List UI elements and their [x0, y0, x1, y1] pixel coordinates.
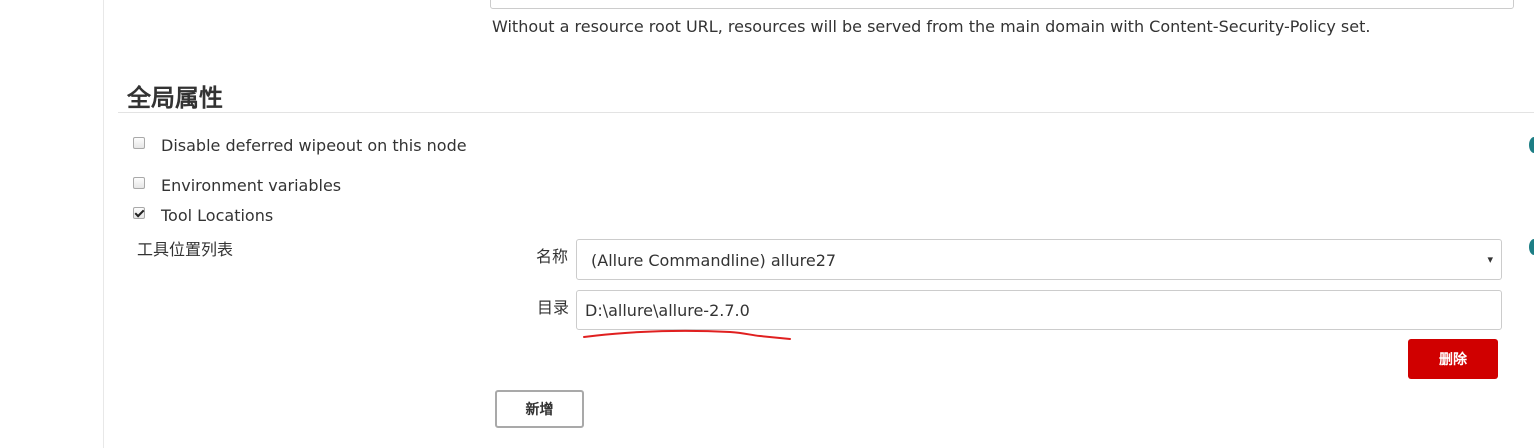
disable-deferred-wipeout-label: Disable deferred wipeout on this node — [161, 136, 467, 155]
resource-root-help-text: Without a resource root URL, resources w… — [492, 17, 1371, 36]
tool-locations-label: Tool Locations — [161, 206, 274, 225]
tool-locations-checkbox[interactable] — [133, 207, 145, 219]
sidebar-divider — [103, 0, 104, 448]
add-button[interactable]: 新增 — [495, 390, 584, 428]
section-divider — [118, 112, 1534, 113]
chevron-down-icon: ▾ — [1487, 253, 1493, 266]
section-title: 全局属性 — [127, 84, 223, 112]
resource-root-url-input[interactable] — [490, 0, 1514, 9]
config-page: Without a resource root URL, resources w… — [0, 0, 1534, 448]
environment-variables-checkbox[interactable] — [133, 177, 145, 189]
tool-locations-list-label: 工具位置列表 — [137, 240, 234, 259]
tool-home-input[interactable] — [576, 290, 1502, 330]
tool-name-select[interactable]: (Allure Commandline) allure27 ▾ — [576, 239, 1502, 280]
delete-button[interactable]: 删除 — [1408, 339, 1498, 379]
tool-home-label: 目录 — [537, 298, 570, 317]
help-icon[interactable] — [1529, 137, 1534, 153]
tool-name-label: 名称 — [536, 247, 569, 266]
environment-variables-label: Environment variables — [161, 176, 342, 195]
help-icon[interactable] — [1529, 239, 1534, 255]
disable-deferred-wipeout-checkbox[interactable] — [133, 137, 145, 149]
tool-name-selected-value: (Allure Commandline) allure27 — [591, 251, 837, 270]
